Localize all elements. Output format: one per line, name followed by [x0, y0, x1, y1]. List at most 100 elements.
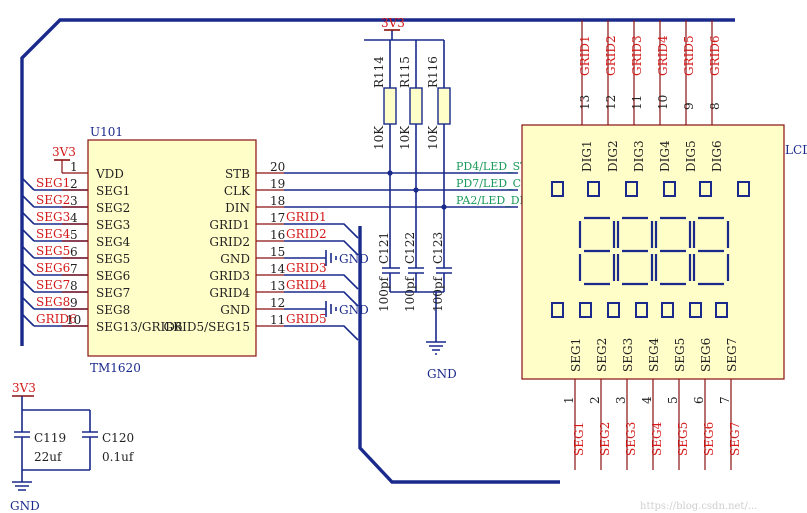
pullup-network: 3V3 R114 R115 R116 10K 10K 10K GND C121 … — [364, 16, 457, 381]
net-label-grid4: GRID4 — [286, 278, 327, 292]
supply-gnd-label: GND — [10, 499, 40, 513]
lcd-top-pin-name: DIG2 — [606, 140, 620, 172]
net-label-seg4: SEG4 — [36, 227, 71, 241]
lcd-bottom-net: SEG3 — [624, 422, 638, 456]
lcd-bottom-pin-name: SEG1 — [569, 338, 583, 372]
pin-name: SEG8 — [96, 303, 130, 317]
pin-name: STB — [225, 167, 250, 181]
pin-num: 6 — [70, 245, 78, 259]
lcd-top-net: GRID3 — [630, 35, 644, 76]
lcd-bottom-pin-name: SEG3 — [621, 338, 635, 372]
lcd-bottom-net: SEG4 — [650, 421, 664, 456]
net-label-seg1: SEG1 — [36, 176, 70, 190]
pin-name: CLK — [224, 184, 251, 198]
lcd-top-pin-num: 13 — [578, 95, 592, 110]
pin-num: 12 — [270, 296, 285, 310]
ic-right-pin-numbers: 20 19 18 17 16 15 14 13 12 11 — [270, 160, 286, 327]
resistor-r114 — [383, 87, 397, 125]
pin-name: SEG2 — [96, 201, 130, 215]
resistor-ref: R115 — [398, 56, 412, 88]
pin-name: SEG7 — [96, 286, 130, 300]
schematic-canvas: SEG1 SEG2 SEG3 SEG4 SEG5 SEG6 SEG7 SEG8 … — [10, 16, 807, 513]
pin-num: 4 — [70, 211, 78, 225]
pin-num: 9 — [70, 296, 78, 310]
lcd-bottom-pin-num: 1 — [562, 396, 576, 404]
pin-name: GND — [220, 252, 250, 266]
supply-power-label: 3V3 — [12, 381, 36, 395]
pin-num: 19 — [270, 177, 285, 191]
lcd-top-net: GRID6 — [708, 35, 722, 76]
lcd-top-pin-name: DIG4 — [658, 140, 672, 172]
lcd-bottom-pin-name: SEG5 — [673, 338, 687, 372]
pin-name: SEG6 — [96, 269, 130, 283]
cap-ref: C122 — [403, 232, 417, 264]
supply-caps: 3V3 GND C119 22uf C120 0.1uf — [10, 381, 135, 513]
lcd-top-net: GRID2 — [604, 35, 618, 76]
lcd-ref: LCD — [785, 143, 807, 157]
pin-name: GRID1 — [209, 218, 250, 232]
lcd-bottom-pin-num: 6 — [692, 396, 706, 404]
lcd-bottom-pin-num: 3 — [614, 396, 628, 404]
cap-value: 22uf — [34, 450, 63, 464]
pin-num: 15 — [270, 245, 285, 259]
resistor-value: 10K — [372, 125, 386, 150]
lcd-bottom-net: SEG2 — [598, 422, 612, 456]
cap-value: 100pf — [403, 275, 417, 312]
lcd-bottom-pin-name: SEG4 — [647, 337, 661, 372]
lcd-top-pin-name: DIG3 — [632, 140, 646, 172]
lcd-module: LCD GRID1 GRID2 GRID3 GRID4 GRID5 GRID6 … — [521, 20, 807, 470]
resistor-value: 10K — [426, 125, 440, 150]
lcd-top-pin-num: 8 — [708, 102, 722, 110]
pin-num: 20 — [270, 160, 285, 174]
lcd-top-pin-num: 10 — [656, 95, 670, 110]
net-label-seg8: SEG8 — [36, 295, 70, 309]
cap-ref: C120 — [102, 431, 134, 445]
pin-num: 5 — [70, 228, 78, 242]
pin-num: 10 — [66, 313, 81, 327]
pin-num: 17 — [270, 211, 285, 225]
net-label-seg2: SEG2 — [36, 193, 70, 207]
resistor-ref: R116 — [426, 56, 440, 88]
cap-value: 100pf — [431, 275, 445, 312]
ic-ref: U101 — [90, 125, 123, 139]
lcd-bottom-pin-name: SEG7 — [725, 338, 739, 372]
lcd-top-pin-num: 11 — [630, 95, 644, 110]
ic-u101: U101 TM1620 3V3 1 2 3 4 5 6 7 8 9 10 VDD… — [52, 125, 286, 375]
lcd-bottom-pin-name: SEG2 — [595, 338, 609, 372]
net-label-seg7: SEG7 — [36, 278, 70, 292]
pin-num: 18 — [270, 194, 285, 208]
gnd-label: GND — [339, 303, 369, 317]
gnd-label: GND — [339, 252, 369, 266]
ic-vdd-power-label: 3V3 — [52, 145, 76, 159]
pin-name: SEG1 — [96, 184, 130, 198]
net-label-seg3: SEG3 — [36, 210, 70, 224]
cap-ref: C119 — [34, 431, 66, 445]
cap-value: 100pf — [377, 275, 391, 312]
pin-name: SEG5 — [96, 252, 130, 266]
pin-name: GRID2 — [209, 235, 250, 249]
pullup-gnd-label: GND — [427, 367, 457, 381]
pin-name: SEG3 — [96, 218, 130, 232]
pin-num: 13 — [270, 279, 285, 293]
lcd-top-net: GRID5 — [682, 35, 696, 76]
pin-num: 11 — [270, 313, 285, 327]
lcd-top-pin-name: DIG1 — [580, 140, 594, 172]
pin-num: 1 — [70, 160, 78, 174]
lcd-top-pin-num: 9 — [682, 102, 696, 110]
pin-name: SEG4 — [96, 235, 131, 249]
pin-name: GRID5/SEG15 — [164, 320, 251, 334]
cap-ref: C123 — [431, 232, 445, 264]
resistor-r115 — [409, 87, 423, 125]
net-label-grid5: GRID5 — [286, 312, 327, 326]
lcd-bottom-pin-num: 2 — [588, 396, 602, 404]
pin-name: VDD — [95, 167, 124, 181]
lcd-top-pin-name: DIG6 — [710, 140, 724, 172]
lcd-bottom-pin-num: 4 — [640, 396, 654, 404]
pin-num: 3 — [70, 194, 78, 208]
watermark: https://blog.csdn.net/... — [640, 501, 757, 512]
pin-num: 8 — [70, 279, 78, 293]
pullup-power-label: 3V3 — [381, 16, 405, 30]
net-label-grid2: GRID2 — [286, 227, 327, 241]
lcd-bottom-pin-name: SEG6 — [699, 338, 713, 372]
net-label-seg6: SEG6 — [36, 261, 70, 275]
